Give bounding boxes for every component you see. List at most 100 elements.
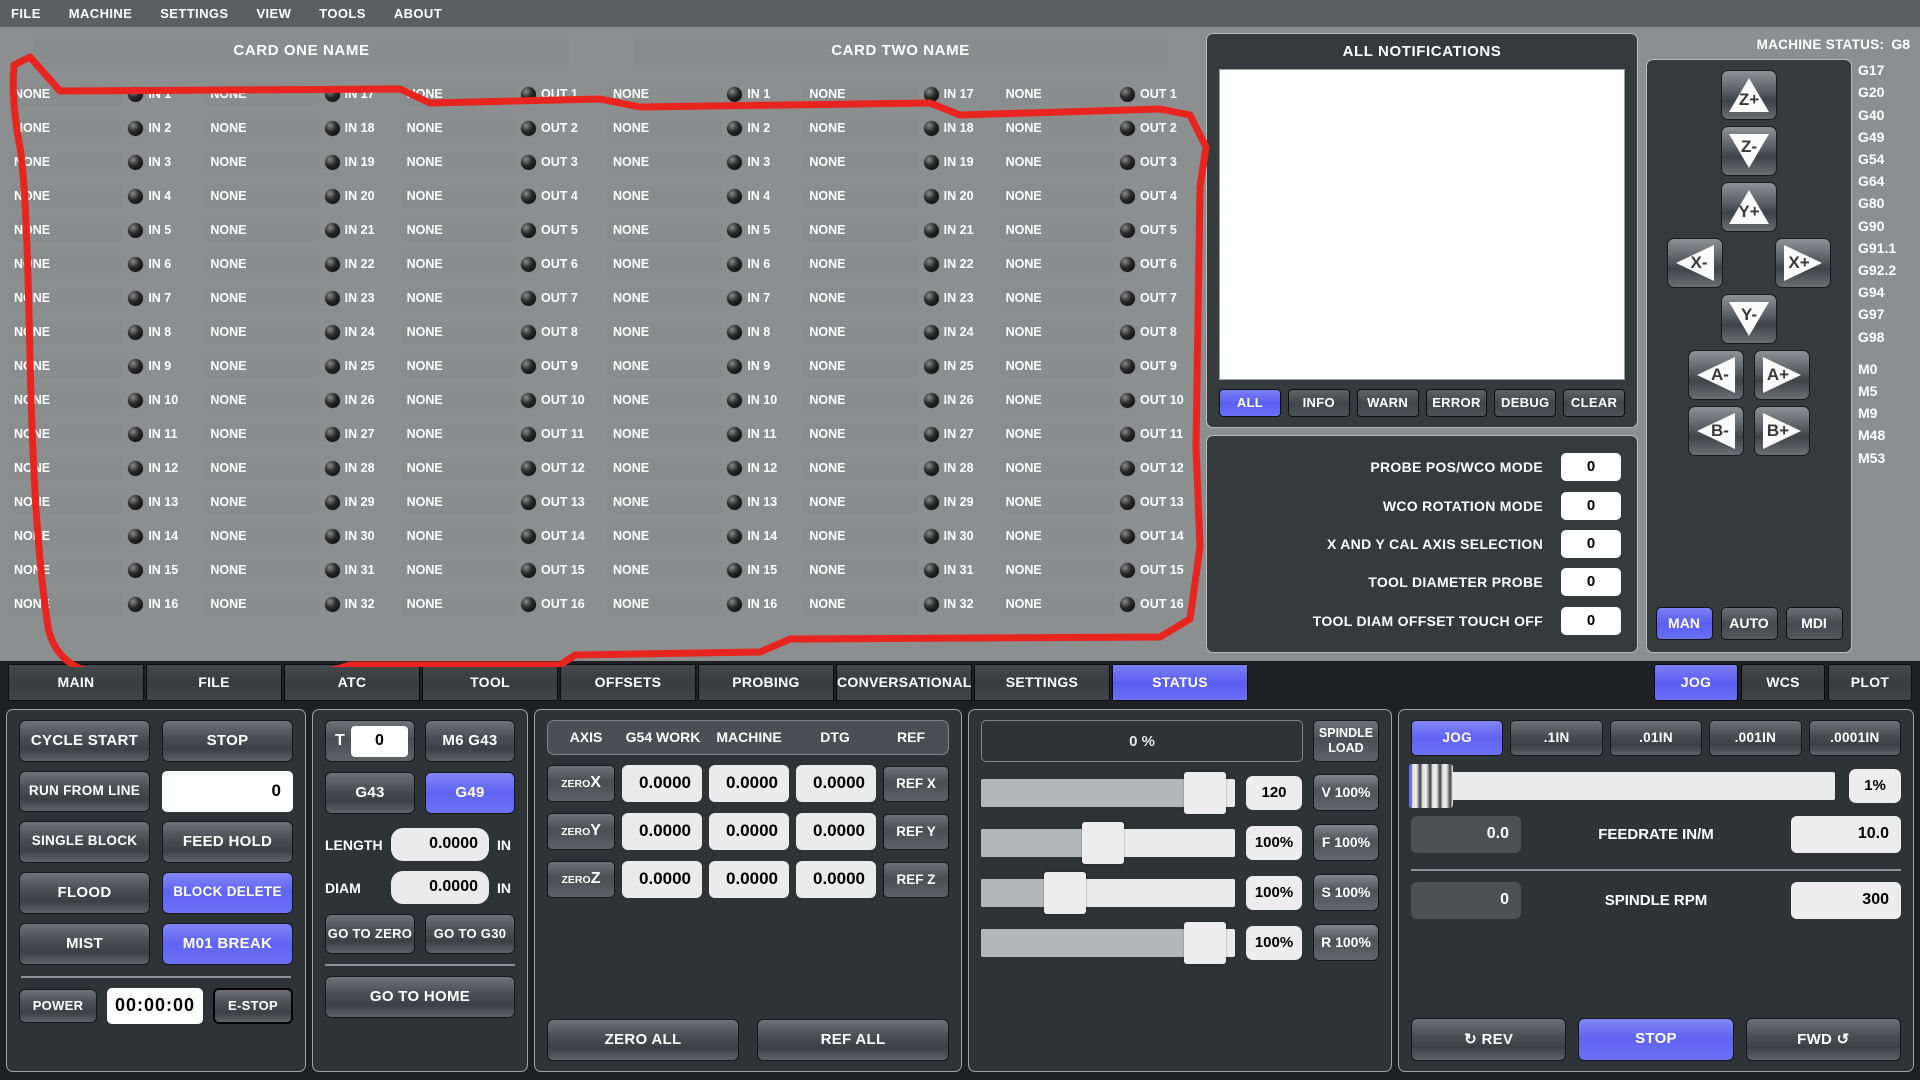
io-name-field[interactable]: NONE xyxy=(607,184,723,208)
override-slider-track[interactable] xyxy=(981,871,1235,914)
io-name-field[interactable]: NONE xyxy=(803,82,919,106)
override-slider-handle[interactable] xyxy=(1082,821,1125,864)
io-name-field[interactable]: NONE xyxy=(8,218,124,242)
menu-item-machine[interactable]: MACHINE xyxy=(66,4,135,23)
io-name-field[interactable]: NONE xyxy=(8,286,124,310)
zero-all-button[interactable]: ZERO ALL xyxy=(547,1019,739,1061)
notification-filter-warn[interactable]: WARN xyxy=(1356,389,1419,417)
m01-break-button[interactable]: M01 BREAK xyxy=(162,923,293,965)
dro-dtg-x[interactable]: 0.0000 xyxy=(796,765,876,802)
ref-all-button[interactable]: REF ALL xyxy=(757,1019,949,1061)
jog-button-y-minusplus[interactable]: Y+ xyxy=(1721,182,1777,233)
io-name-field[interactable]: NONE xyxy=(607,82,723,106)
jog-button-b-minus[interactable]: B- xyxy=(1688,406,1744,457)
menu-item-about[interactable]: ABOUT xyxy=(391,4,445,23)
io-name-field[interactable]: NONE xyxy=(204,456,320,480)
io-name-field[interactable]: NONE xyxy=(400,82,516,106)
jog-button-a-minus[interactable]: A- xyxy=(1688,350,1744,401)
io-name-field[interactable]: NONE xyxy=(607,524,723,548)
dro-work-z[interactable]: 0.0000 xyxy=(622,861,702,898)
menu-item-file[interactable]: FILE xyxy=(8,4,44,23)
jog-increment-1in[interactable]: .1IN xyxy=(1510,720,1603,756)
io-name-field[interactable]: NONE xyxy=(803,388,919,412)
probe-setting-value[interactable]: 0 xyxy=(1561,529,1621,558)
spindle-load-button[interactable]: SPINDLE LOAD xyxy=(1313,720,1379,762)
notifications-list[interactable] xyxy=(1219,69,1625,380)
jog-rate-slider[interactable] xyxy=(1409,764,1835,808)
mist-button[interactable]: MIST xyxy=(19,923,150,965)
probe-setting-value[interactable]: 0 xyxy=(1561,606,1621,635)
override-slider-handle[interactable] xyxy=(1044,871,1087,914)
feed-hold-button[interactable]: FEED HOLD xyxy=(162,821,293,863)
notification-filter-debug[interactable]: DEBUG xyxy=(1494,389,1557,417)
go-to-home-button[interactable]: GO TO HOME xyxy=(325,976,515,1018)
io-name-field[interactable]: NONE xyxy=(8,456,124,480)
io-name-field[interactable]: NONE xyxy=(607,422,723,446)
dro-dtg-z[interactable]: 0.0000 xyxy=(796,861,876,898)
jog-button-b-minusplus[interactable]: B+ xyxy=(1754,406,1810,457)
io-name-field[interactable]: NONE xyxy=(999,524,1115,548)
io-name-field[interactable]: NONE xyxy=(803,252,919,276)
g43-button[interactable]: G43 xyxy=(325,772,415,814)
io-name-field[interactable]: NONE xyxy=(607,150,723,174)
io-name-field[interactable]: NONE xyxy=(8,558,124,582)
mode-button-man[interactable]: MAN xyxy=(1655,607,1713,640)
io-name-field[interactable]: NONE xyxy=(607,558,723,582)
io-name-field[interactable]: NONE xyxy=(999,354,1115,378)
dro-dtg-y[interactable]: 0.0000 xyxy=(796,813,876,850)
io-name-field[interactable]: NONE xyxy=(803,524,919,548)
io-name-field[interactable]: NONE xyxy=(803,320,919,344)
tab-main[interactable]: MAIN xyxy=(8,663,144,701)
io-name-field[interactable]: NONE xyxy=(204,524,320,548)
io-name-field[interactable]: NONE xyxy=(999,184,1115,208)
io-name-field[interactable]: NONE xyxy=(803,184,919,208)
feedrate-target-input[interactable]: 10.0 xyxy=(1791,816,1901,853)
probe-setting-value[interactable]: 0 xyxy=(1561,568,1621,597)
jog-button-z-minus[interactable]: Z- xyxy=(1721,126,1777,177)
m6-g43-button[interactable]: M6 G43 xyxy=(425,720,515,762)
io-name-field[interactable]: NONE xyxy=(999,150,1115,174)
io-name-field[interactable]: NONE xyxy=(607,252,723,276)
io-name-field[interactable]: NONE xyxy=(204,592,320,616)
mode-button-mdi[interactable]: MDI xyxy=(1785,607,1843,640)
stop-button[interactable]: STOP xyxy=(162,720,293,762)
override-slider-track[interactable] xyxy=(981,921,1235,964)
io-name-field[interactable]: NONE xyxy=(803,354,919,378)
probe-setting-value[interactable]: 0 xyxy=(1561,491,1621,520)
probe-setting-value[interactable]: 0 xyxy=(1561,453,1621,482)
override-reset-button[interactable]: S 100% xyxy=(1313,874,1379,911)
io-name-field[interactable]: NONE xyxy=(803,218,919,242)
run-from-line-button[interactable]: RUN FROM LINE xyxy=(19,771,150,812)
mode-button-auto[interactable]: AUTO xyxy=(1720,607,1778,640)
tab-conversational[interactable]: CONVERSATIONAL xyxy=(836,663,972,701)
io-name-field[interactable]: NONE xyxy=(803,456,919,480)
io-name-field[interactable]: NONE xyxy=(607,320,723,344)
io-name-field[interactable]: NONE xyxy=(803,592,919,616)
io-name-field[interactable]: NONE xyxy=(999,592,1115,616)
io-name-field[interactable]: NONE xyxy=(400,388,516,412)
jog-rate-slider-handle[interactable] xyxy=(1409,764,1453,808)
menu-item-settings[interactable]: SETTINGS xyxy=(157,4,231,23)
io-name-field[interactable]: NONE xyxy=(803,116,919,140)
tool-number-box[interactable]: T 0 xyxy=(325,720,415,762)
io-name-field[interactable]: NONE xyxy=(204,422,320,446)
io-name-field[interactable]: NONE xyxy=(400,184,516,208)
io-name-field[interactable]: NONE xyxy=(607,218,723,242)
override-reset-button[interactable]: F 100% xyxy=(1313,824,1379,861)
io-name-field[interactable]: NONE xyxy=(803,422,919,446)
zero-x-button[interactable]: ZEROX xyxy=(547,765,615,802)
io-name-field[interactable]: NONE xyxy=(803,150,919,174)
override-slider-handle[interactable] xyxy=(1183,921,1226,964)
io-name-field[interactable]: NONE xyxy=(607,490,723,514)
io-name-field[interactable]: NONE xyxy=(400,150,516,174)
io-name-field[interactable]: NONE xyxy=(999,422,1115,446)
single-block-button[interactable]: SINGLE BLOCK xyxy=(19,821,150,863)
io-name-field[interactable]: NONE xyxy=(8,490,124,514)
notification-filter-all[interactable]: ALL xyxy=(1219,389,1281,417)
jog-button-y-minus[interactable]: Y- xyxy=(1721,294,1777,345)
spindle-rpm-target-input[interactable]: 300 xyxy=(1791,882,1901,919)
tool-number-input[interactable]: 0 xyxy=(350,725,408,757)
notification-filter-info[interactable]: INFO xyxy=(1287,389,1350,417)
jog-increment-01in[interactable]: .01IN xyxy=(1609,720,1703,756)
spindle-fwd-button[interactable]: FWD ↺ xyxy=(1745,1018,1901,1061)
